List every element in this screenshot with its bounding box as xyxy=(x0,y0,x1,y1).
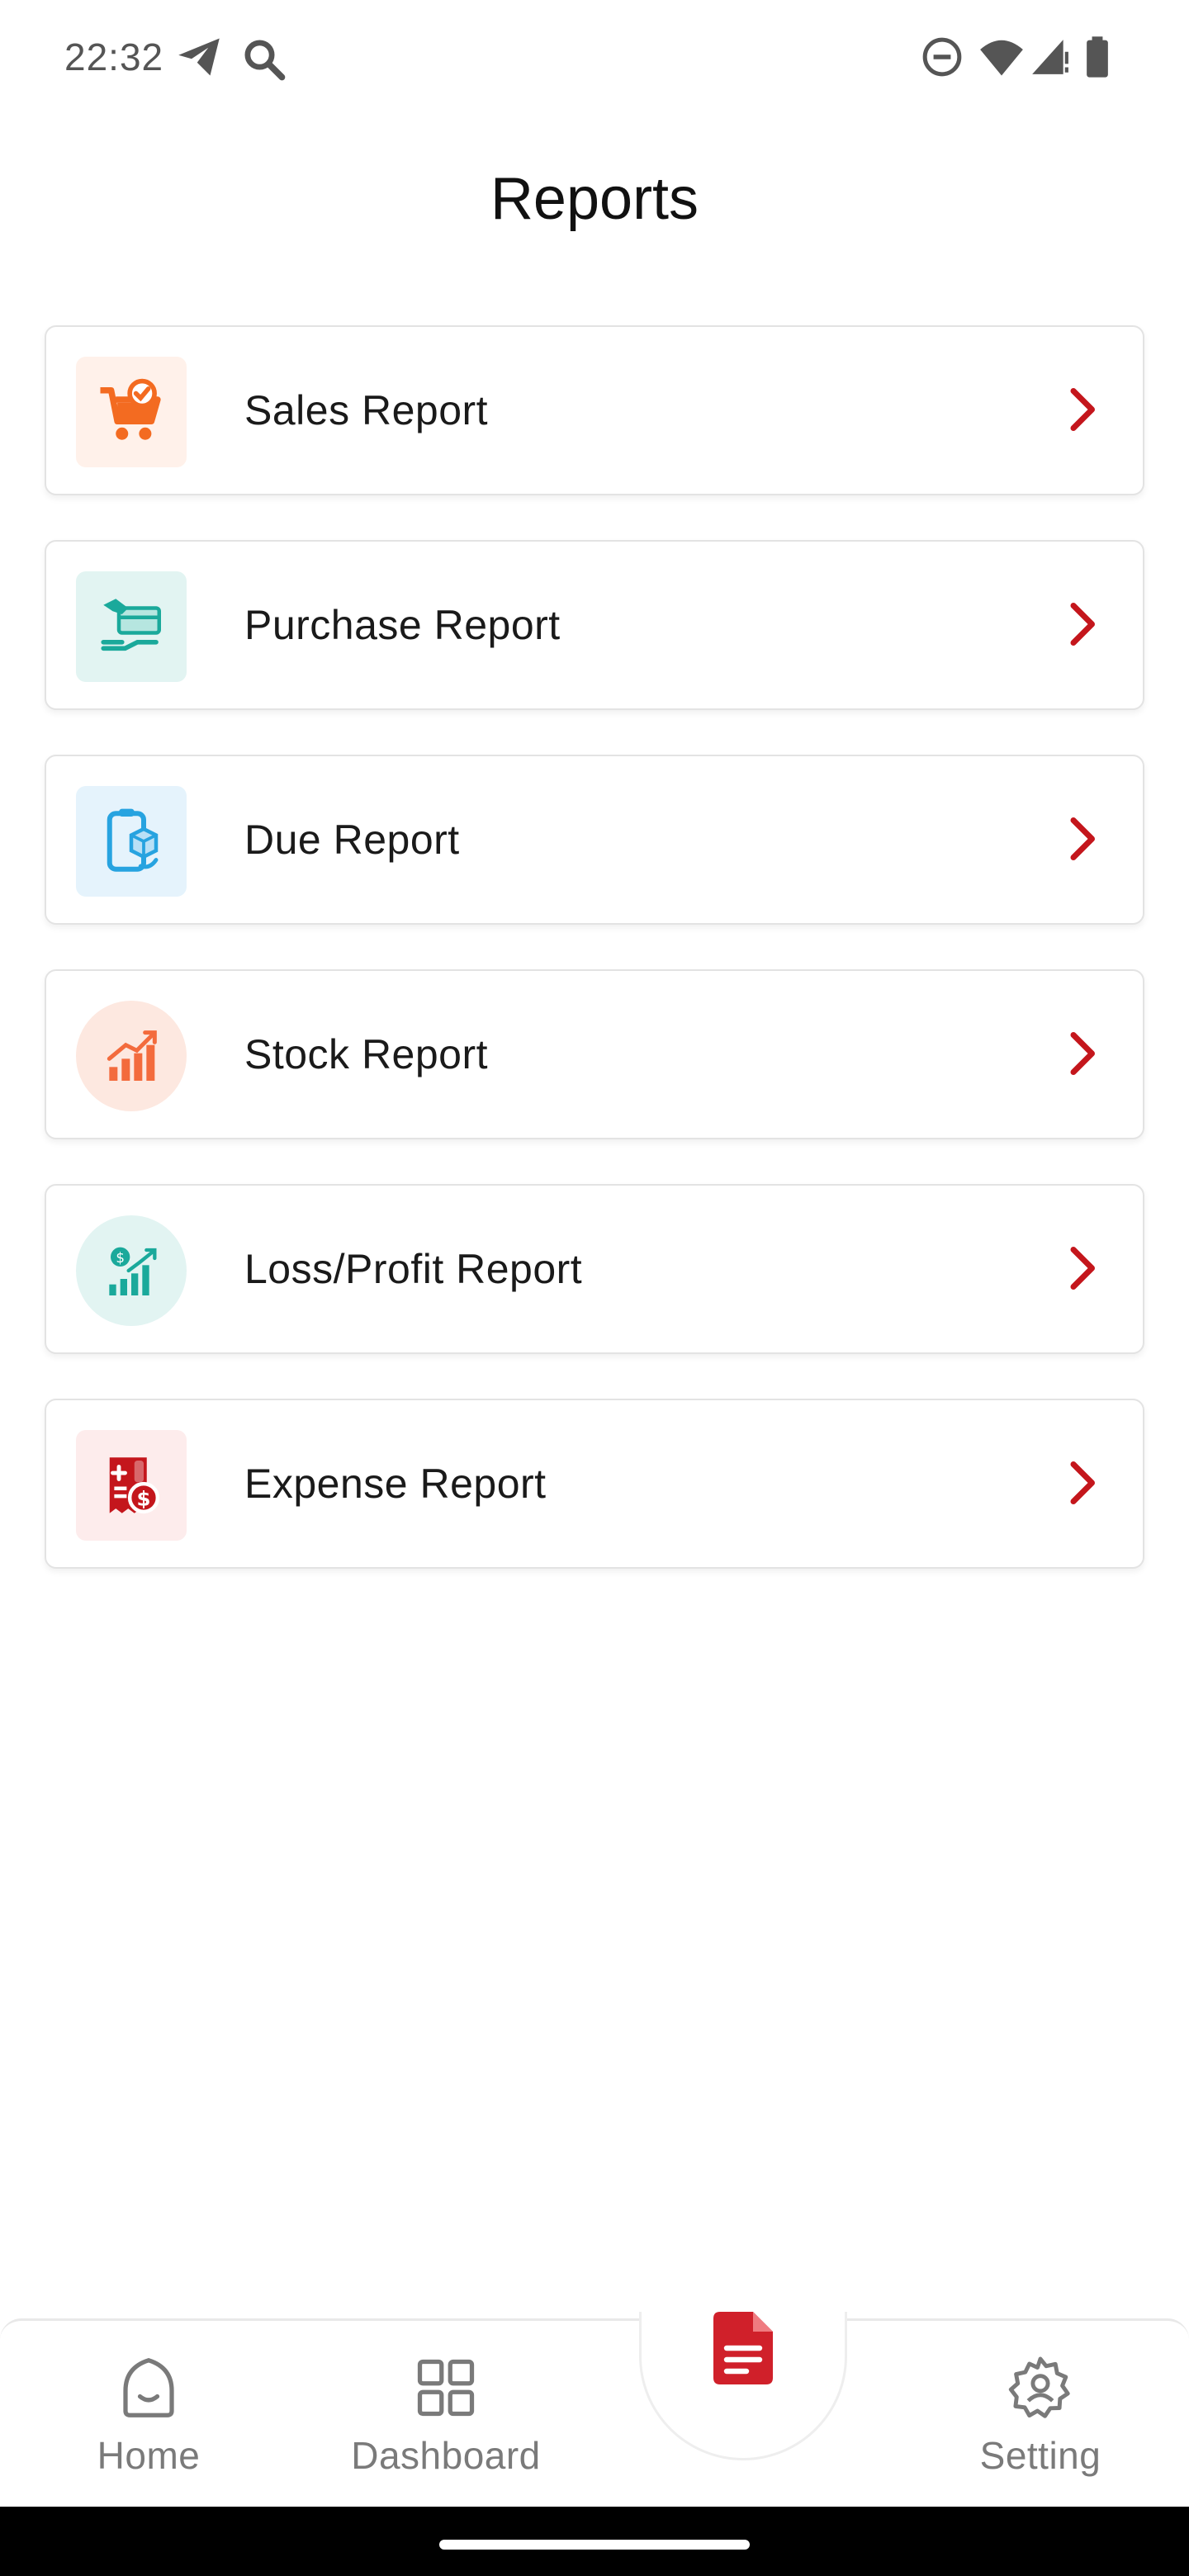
chevron-right-icon xyxy=(1070,603,1095,646)
gear-icon xyxy=(1008,2356,1070,2418)
signal-icon xyxy=(1029,36,1070,82)
status-bar: 22:32 xyxy=(0,0,1189,116)
nav-item-dashboard[interactable]: Dashboard xyxy=(339,2353,553,2478)
report-label: Purchase Report xyxy=(244,602,561,648)
system-gesture-area xyxy=(0,2507,1189,2576)
svg-text:$: $ xyxy=(137,1486,151,1510)
bottom-nav: Home Dashboard Setting xyxy=(0,2312,1189,2507)
chevron-right-icon xyxy=(1070,388,1095,431)
report-label: Sales Report xyxy=(244,387,489,433)
page-title: Reports xyxy=(490,166,699,232)
nav-item-home[interactable]: Home xyxy=(83,2353,215,2478)
report-label: Stock Report xyxy=(244,1031,489,1077)
expense-calculator-icon: $ xyxy=(76,1430,187,1541)
grid-icon xyxy=(417,2359,475,2417)
report-item-stock[interactable]: Stock Report xyxy=(45,969,1144,1139)
report-item-expense[interactable]: $ Expense Report xyxy=(45,1399,1144,1569)
nav-label-home: Home xyxy=(97,2434,201,2477)
report-label: Expense Report xyxy=(244,1461,547,1507)
profit-chart-icon: $ xyxy=(76,1215,187,1326)
svg-text:$: $ xyxy=(116,1250,125,1266)
phone-box-icon xyxy=(76,786,187,897)
card-payment-icon xyxy=(76,571,187,682)
report-label: Due Report xyxy=(244,817,460,863)
report-item-due[interactable]: Due Report xyxy=(45,755,1144,925)
nav-label-setting: Setting xyxy=(979,2434,1101,2477)
report-document-icon xyxy=(713,2312,773,2384)
report-list: Sales Report Purchase Report Due Report … xyxy=(45,325,1144,1613)
report-label: Loss/Profit Report xyxy=(244,1246,583,1292)
chevron-right-icon xyxy=(1070,1032,1095,1075)
reports-fab[interactable] xyxy=(713,2312,773,2384)
status-time: 22:32 xyxy=(64,36,164,78)
cart-icon xyxy=(76,357,187,467)
chevron-right-icon xyxy=(1070,1247,1095,1290)
nav-item-setting[interactable]: Setting xyxy=(966,2353,1115,2478)
search-icon xyxy=(241,36,286,85)
report-item-loss-profit[interactable]: $ Loss/Profit Report xyxy=(45,1184,1144,1354)
dnd-icon xyxy=(921,36,963,82)
gesture-handle[interactable] xyxy=(439,2540,750,2550)
wifi-icon xyxy=(979,36,1024,82)
growth-chart-icon xyxy=(76,1001,187,1111)
chevron-right-icon xyxy=(1070,1461,1095,1504)
nav-label-dashboard: Dashboard xyxy=(351,2434,541,2477)
home-face-icon xyxy=(123,2357,174,2417)
report-item-sales[interactable]: Sales Report xyxy=(45,325,1144,495)
battery-icon xyxy=(1085,36,1110,83)
chevron-right-icon xyxy=(1070,817,1095,860)
telegram-icon xyxy=(177,36,221,82)
report-item-purchase[interactable]: Purchase Report xyxy=(45,540,1144,710)
